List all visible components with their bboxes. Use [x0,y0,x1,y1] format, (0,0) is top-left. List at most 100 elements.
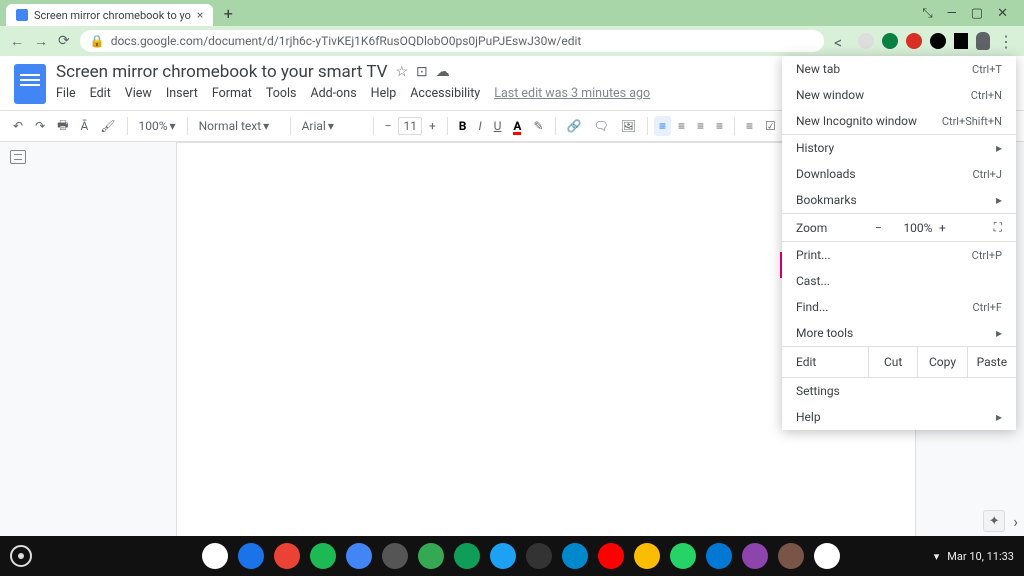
bold-button[interactable]: B [454,116,472,136]
undo-icon[interactable]: ↶ [8,116,28,136]
document-title[interactable]: Screen mirror chromebook to your smart T… [56,62,387,82]
style-select[interactable]: Normal text ▾ [194,116,284,136]
shelf-app-13[interactable] [670,543,696,569]
menu-tools[interactable]: Tools [266,86,297,101]
redo-icon[interactable]: ↷ [30,116,50,136]
zoom-select[interactable]: 100% ▾ [134,116,181,136]
fullscreen-icon[interactable]: ⛶ [994,220,1002,235]
link-icon[interactable]: 🔗 [562,116,587,136]
font-dec-button[interactable]: − [380,116,397,136]
menu-new-incognito[interactable]: New Incognito windowCtrl+Shift+N [782,108,1016,134]
menu-new-tab[interactable]: New tabCtrl+T [782,56,1016,82]
align-justify-icon[interactable]: ≡ [711,116,728,136]
menu-find[interactable]: Find...Ctrl+F [782,294,1016,320]
shelf-app-8[interactable] [490,543,516,569]
url-input[interactable]: 🔒 docs.google.com/document/d/1rjh6c-yTiv… [80,30,824,52]
spellcheck-icon[interactable]: Ā [75,116,93,136]
shelf-app-9[interactable] [526,543,552,569]
shelf-app-16[interactable] [778,543,804,569]
shelf-app-7[interactable] [454,543,480,569]
shelf-app-3[interactable] [310,543,336,569]
align-left-icon[interactable]: ≡ [654,116,671,136]
menu-new-window[interactable]: New windowCtrl+N [782,82,1016,108]
reload-icon[interactable]: ⟳ [58,33,70,49]
menu-history[interactable]: History▸ [782,135,1016,161]
menu-settings[interactable]: Settings [782,378,1016,404]
close-icon[interactable]: × [197,8,203,22]
extensions-icon[interactable] [954,33,968,49]
shelf-app-2[interactable] [274,543,300,569]
shelf-app-1[interactable] [238,543,264,569]
minimize-icon[interactable]: — [947,6,957,21]
cloud-icon[interactable]: ☁ [436,64,450,80]
paste-button[interactable]: Paste [967,347,1016,377]
menu-bookmarks[interactable]: Bookmarks▸ [782,187,1016,213]
font-size-input[interactable]: 11 [398,117,422,135]
menu-edit[interactable]: Edit [90,86,111,101]
zoom-in-button[interactable]: + [935,221,949,235]
shelf-app-14[interactable] [706,543,732,569]
extension-2-icon[interactable] [906,33,922,49]
menu-print[interactable]: Print...Ctrl+P [782,242,1016,268]
highlight-button[interactable]: ✎ [528,116,548,136]
align-center-icon[interactable]: ≡ [673,116,690,136]
new-tab-button[interactable]: + [217,2,239,24]
shelf-app-17[interactable] [814,543,840,569]
menu-view[interactable]: View [125,86,152,101]
font-select[interactable]: Arial ▾ [297,116,367,136]
menu-format[interactable]: Format [212,86,252,101]
expand-icon[interactable]: ⤡ [922,6,932,21]
menu-more-tools[interactable]: More tools▸ [782,320,1016,346]
shelf-app-0[interactable] [202,543,228,569]
shelf-app-12[interactable] [634,543,660,569]
menu-help-submenu[interactable]: Help▸ [782,404,1016,430]
move-icon[interactable]: ⊡ [416,64,428,80]
underline-button[interactable]: U [489,116,507,136]
extension-3-icon[interactable] [930,33,946,49]
close-window-icon[interactable]: ✕ [997,6,1008,21]
star-icon[interactable]: ☆ [395,64,408,80]
menu-insert[interactable]: Insert [166,86,198,101]
zoom-out-button[interactable]: − [871,221,885,235]
share-icon[interactable]: < [834,33,850,49]
docs-logo-icon[interactable] [14,64,46,104]
menu-help[interactable]: Help [371,86,397,101]
last-edit-text[interactable]: Last edit was 3 minutes ago [494,86,650,101]
menu-addons[interactable]: Add-ons [310,86,356,101]
comment-icon[interactable]: 🗨 [588,116,613,136]
line-spacing-icon[interactable]: ≡ [741,116,758,136]
checklist-icon[interactable]: ☑ [760,116,781,136]
launcher-icon[interactable] [10,545,32,567]
side-panel-toggle-icon[interactable]: › [1013,512,1018,531]
system-tray[interactable]: ▾ Mar 10, 11:33 [934,550,1014,563]
menu-accessibility[interactable]: Accessibility [410,86,480,101]
cut-button[interactable]: Cut [868,347,917,377]
explore-button[interactable]: ✦ [983,510,1005,532]
align-right-icon[interactable]: ≡ [692,116,709,136]
menu-cast[interactable]: Cast... [782,268,1016,294]
menu-downloads[interactable]: DownloadsCtrl+J [782,161,1016,187]
shelf-app-10[interactable] [562,543,588,569]
browser-tab[interactable]: Screen mirror chromebook to yo × [6,4,213,26]
star-icon[interactable] [858,33,874,49]
forward-icon[interactable]: → [34,33,48,50]
maximize-icon[interactable]: ▢ [971,6,983,21]
copy-button[interactable]: Copy [917,347,966,377]
text-color-button[interactable]: A [513,119,521,133]
shelf-app-5[interactable] [382,543,408,569]
menu-file[interactable]: File [56,86,76,101]
shelf-app-11[interactable] [598,543,624,569]
more-menu-icon[interactable]: ⋮ [998,32,1014,51]
profile-icon[interactable] [976,32,990,50]
italic-button[interactable]: I [473,116,486,136]
font-inc-button[interactable]: + [424,116,441,136]
paint-format-icon[interactable]: 🖌 [95,116,120,136]
print-icon[interactable]: 🖶 [52,113,73,140]
shelf-app-6[interactable] [418,543,444,569]
back-icon[interactable]: ← [10,33,24,50]
outline-icon[interactable] [10,150,26,164]
extension-1-icon[interactable] [882,33,898,49]
shelf-app-15[interactable] [742,543,768,569]
shelf-app-4[interactable] [346,543,372,569]
image-icon[interactable]: 🖼 [616,116,641,136]
